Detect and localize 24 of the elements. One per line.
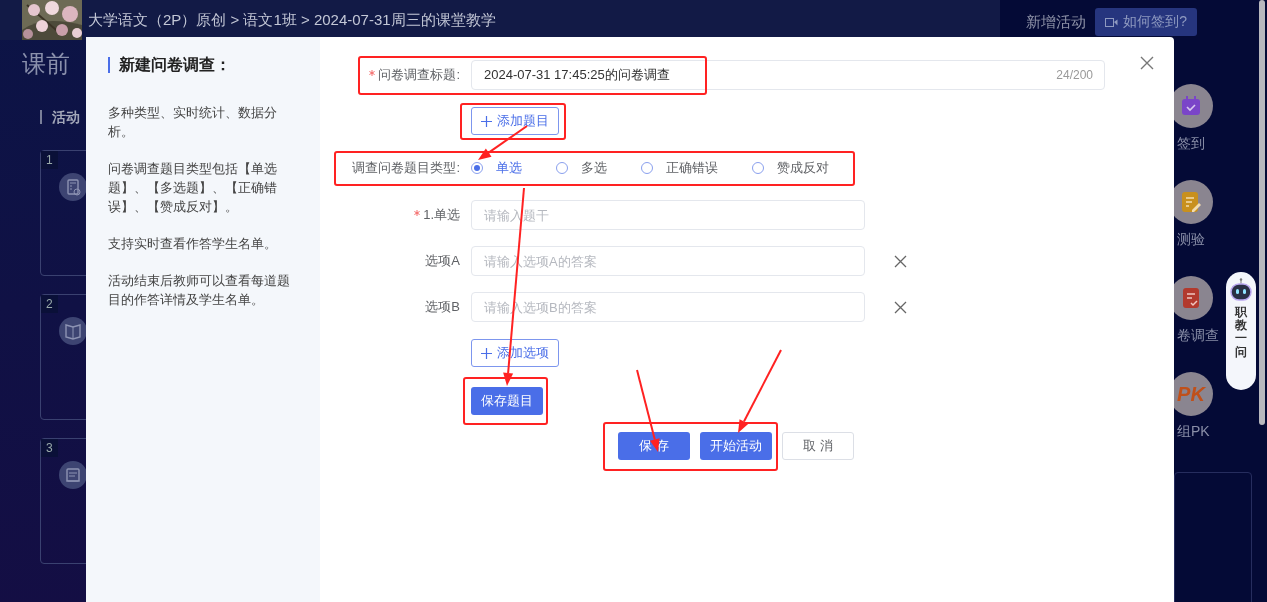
field-label: 1.单选 (423, 206, 460, 224)
tool-label: 组PK (1176, 423, 1210, 441)
tool-label: 卷调查 (1176, 327, 1219, 345)
field-label: 问卷调查标题: (378, 66, 460, 84)
field-label: 选项A (425, 252, 460, 270)
add-activity-label: 新增活动 (1026, 12, 1087, 32)
breadcrumb: 大学语文（2P）原创 > 语文1班 > 2024-07-31周三的课堂教学 (88, 10, 496, 30)
intro-paragraph: 多种类型、实时统计、数据分析。 (108, 104, 278, 141)
field-label: 调查问卷题目类型: (352, 159, 460, 177)
card-number: 2 (41, 295, 58, 313)
section-title: 活动 (40, 110, 80, 124)
intro-paragraph: 活动结束后教师可以查看每道题目的作答详情及学生名单。 (108, 272, 291, 309)
dialog-title: 新建问卷调查： (108, 57, 231, 73)
character-counter: 24/200 (1056, 68, 1093, 82)
card-number: 3 (41, 439, 58, 457)
intro-paragraph: 问卷调查题目类型包括【单选题】、【多选题】、【正确错误】、【赞成反对】。 (108, 160, 278, 216)
tool-label: 测验 (1176, 231, 1205, 249)
card-number: 1 (41, 151, 58, 169)
tool-label: 签到 (1176, 135, 1205, 153)
field-label: 选项B (425, 298, 460, 316)
pk-logo: PK (1177, 382, 1205, 406)
assistant-label: 职教一问 (1235, 306, 1247, 359)
intro-paragraph: 支持实时查看作答学生名单。 (108, 235, 278, 253)
page-title: 课前 (22, 49, 70, 79)
